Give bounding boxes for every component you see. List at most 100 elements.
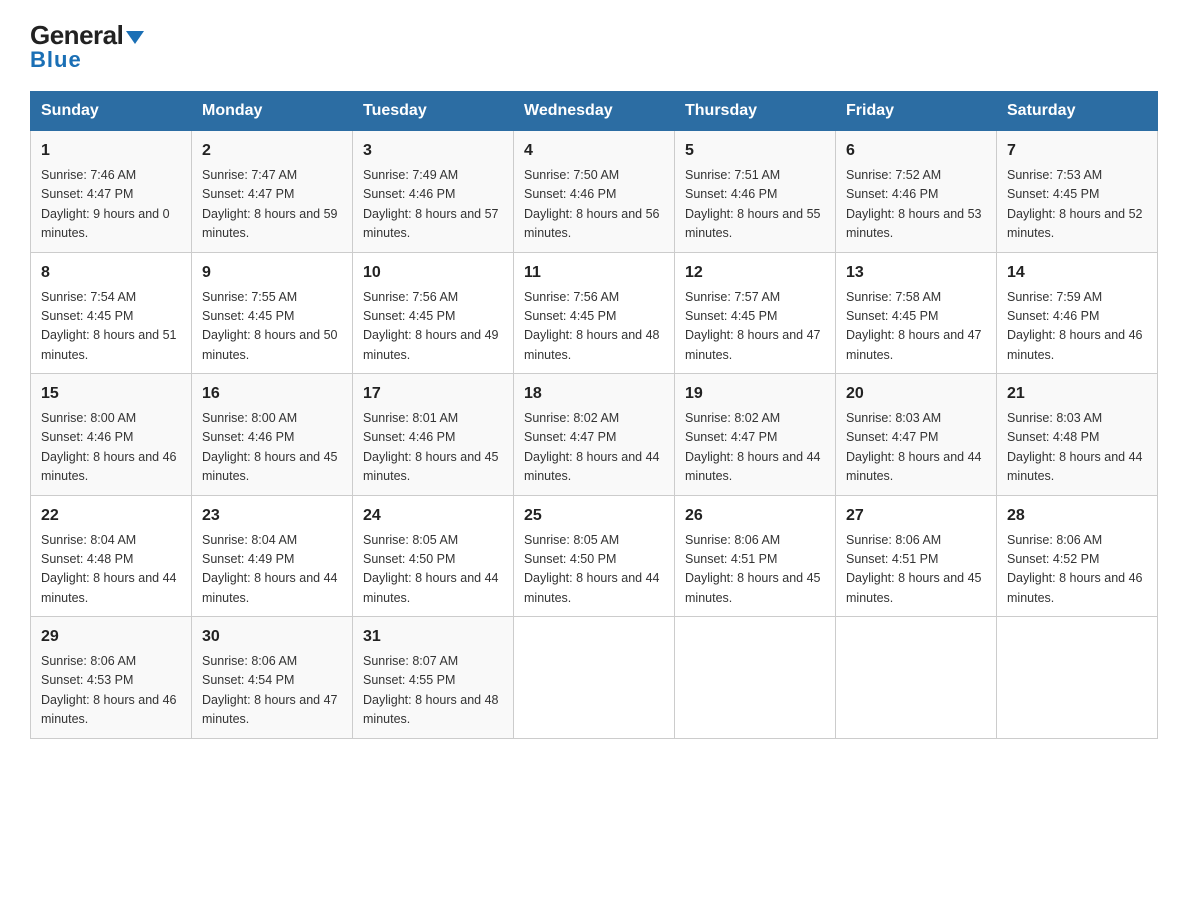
- header-cell-monday: Monday: [192, 92, 353, 131]
- week-row-3: 15 Sunrise: 8:00 AMSunset: 4:46 PMDayligh…: [31, 374, 1158, 496]
- calendar-cell: 20 Sunrise: 8:03 AMSunset: 4:47 PMDayligh…: [836, 374, 997, 496]
- day-info: Sunrise: 7:51 AMSunset: 4:46 PMDaylight:…: [685, 166, 825, 244]
- header-cell-wednesday: Wednesday: [514, 92, 675, 131]
- day-info: Sunrise: 8:06 AMSunset: 4:51 PMDaylight:…: [685, 531, 825, 609]
- day-info: Sunrise: 7:54 AMSunset: 4:45 PMDaylight:…: [41, 288, 181, 366]
- day-info: Sunrise: 8:05 AMSunset: 4:50 PMDaylight:…: [524, 531, 664, 609]
- calendar-cell: [675, 617, 836, 739]
- day-number: 15: [41, 382, 181, 406]
- calendar-cell: 28 Sunrise: 8:06 AMSunset: 4:52 PMDayligh…: [997, 495, 1158, 617]
- day-info: Sunrise: 8:03 AMSunset: 4:47 PMDaylight:…: [846, 409, 986, 487]
- day-info: Sunrise: 8:02 AMSunset: 4:47 PMDaylight:…: [685, 409, 825, 487]
- day-info: Sunrise: 8:06 AMSunset: 4:54 PMDaylight:…: [202, 652, 342, 730]
- week-row-2: 8 Sunrise: 7:54 AMSunset: 4:45 PMDaylight…: [31, 252, 1158, 374]
- day-number: 30: [202, 625, 342, 649]
- header-cell-saturday: Saturday: [997, 92, 1158, 131]
- day-number: 13: [846, 261, 986, 285]
- page-header: General Blue: [30, 20, 1158, 73]
- calendar-cell: 27 Sunrise: 8:06 AMSunset: 4:51 PMDayligh…: [836, 495, 997, 617]
- day-number: 20: [846, 382, 986, 406]
- day-info: Sunrise: 8:06 AMSunset: 4:52 PMDaylight:…: [1007, 531, 1147, 609]
- day-number: 11: [524, 261, 664, 285]
- day-number: 24: [363, 504, 503, 528]
- calendar-cell: 7 Sunrise: 7:53 AMSunset: 4:45 PMDaylight…: [997, 131, 1158, 253]
- calendar-cell: 14 Sunrise: 7:59 AMSunset: 4:46 PMDayligh…: [997, 252, 1158, 374]
- day-info: Sunrise: 7:59 AMSunset: 4:46 PMDaylight:…: [1007, 288, 1147, 366]
- logo: General Blue: [30, 20, 144, 73]
- calendar-cell: 23 Sunrise: 8:04 AMSunset: 4:49 PMDayligh…: [192, 495, 353, 617]
- calendar-cell: [514, 617, 675, 739]
- day-number: 10: [363, 261, 503, 285]
- day-info: Sunrise: 8:04 AMSunset: 4:49 PMDaylight:…: [202, 531, 342, 609]
- day-info: Sunrise: 7:55 AMSunset: 4:45 PMDaylight:…: [202, 288, 342, 366]
- calendar-cell: 8 Sunrise: 7:54 AMSunset: 4:45 PMDaylight…: [31, 252, 192, 374]
- day-info: Sunrise: 7:52 AMSunset: 4:46 PMDaylight:…: [846, 166, 986, 244]
- day-info: Sunrise: 8:00 AMSunset: 4:46 PMDaylight:…: [41, 409, 181, 487]
- day-info: Sunrise: 7:58 AMSunset: 4:45 PMDaylight:…: [846, 288, 986, 366]
- day-number: 31: [363, 625, 503, 649]
- day-number: 2: [202, 139, 342, 163]
- day-number: 26: [685, 504, 825, 528]
- calendar-cell: 10 Sunrise: 7:56 AMSunset: 4:45 PMDayligh…: [353, 252, 514, 374]
- day-number: 8: [41, 261, 181, 285]
- header-cell-sunday: Sunday: [31, 92, 192, 131]
- calendar-cell: [836, 617, 997, 739]
- calendar-cell: 5Sunrise: 7:51 AMSunset: 4:46 PMDaylight…: [675, 131, 836, 253]
- calendar-cell: 22Sunrise: 8:04 AMSunset: 4:48 PMDayligh…: [31, 495, 192, 617]
- day-number: 23: [202, 504, 342, 528]
- day-number: 22: [41, 504, 181, 528]
- day-number: 4: [524, 139, 664, 163]
- calendar-cell: 2 Sunrise: 7:47 AMSunset: 4:47 PMDaylight…: [192, 131, 353, 253]
- calendar-cell: 30 Sunrise: 8:06 AMSunset: 4:54 PMDayligh…: [192, 617, 353, 739]
- day-info: Sunrise: 8:00 AMSunset: 4:46 PMDaylight:…: [202, 409, 342, 487]
- day-info: Sunrise: 8:06 AMSunset: 4:53 PMDaylight:…: [41, 652, 181, 730]
- day-info: Sunrise: 7:50 AMSunset: 4:46 PMDaylight:…: [524, 166, 664, 244]
- calendar-table: SundayMondayTuesdayWednesdayThursdayFrid…: [30, 91, 1158, 739]
- day-info: Sunrise: 7:53 AMSunset: 4:45 PMDaylight:…: [1007, 166, 1147, 244]
- calendar-cell: 18 Sunrise: 8:02 AMSunset: 4:47 PMDayligh…: [514, 374, 675, 496]
- calendar-cell: 13 Sunrise: 7:58 AMSunset: 4:45 PMDayligh…: [836, 252, 997, 374]
- calendar-cell: 6 Sunrise: 7:52 AMSunset: 4:46 PMDaylight…: [836, 131, 997, 253]
- calendar-cell: 17 Sunrise: 8:01 AMSunset: 4:46 PMDayligh…: [353, 374, 514, 496]
- calendar-cell: 29 Sunrise: 8:06 AMSunset: 4:53 PMDayligh…: [31, 617, 192, 739]
- day-info: Sunrise: 8:02 AMSunset: 4:47 PMDaylight:…: [524, 409, 664, 487]
- logo-blue-text: Blue: [30, 47, 82, 73]
- day-number: 17: [363, 382, 503, 406]
- header-row: SundayMondayTuesdayWednesdayThursdayFrid…: [31, 92, 1158, 131]
- day-info: Sunrise: 7:56 AMSunset: 4:45 PMDaylight:…: [524, 288, 664, 366]
- day-info: Sunrise: 8:07 AMSunset: 4:55 PMDaylight:…: [363, 652, 503, 730]
- calendar-cell: 26 Sunrise: 8:06 AMSunset: 4:51 PMDayligh…: [675, 495, 836, 617]
- day-number: 12: [685, 261, 825, 285]
- calendar-cell: 25Sunrise: 8:05 AMSunset: 4:50 PMDayligh…: [514, 495, 675, 617]
- header-cell-friday: Friday: [836, 92, 997, 131]
- day-info: Sunrise: 7:49 AMSunset: 4:46 PMDaylight:…: [363, 166, 503, 244]
- day-number: 1: [41, 139, 181, 163]
- day-number: 3: [363, 139, 503, 163]
- day-number: 18: [524, 382, 664, 406]
- calendar-cell: 12Sunrise: 7:57 AMSunset: 4:45 PMDayligh…: [675, 252, 836, 374]
- calendar-cell: 31 Sunrise: 8:07 AMSunset: 4:55 PMDayligh…: [353, 617, 514, 739]
- calendar-cell: 24Sunrise: 8:05 AMSunset: 4:50 PMDayligh…: [353, 495, 514, 617]
- day-number: 21: [1007, 382, 1147, 406]
- day-info: Sunrise: 8:01 AMSunset: 4:46 PMDaylight:…: [363, 409, 503, 487]
- day-number: 7: [1007, 139, 1147, 163]
- day-info: Sunrise: 8:06 AMSunset: 4:51 PMDaylight:…: [846, 531, 986, 609]
- calendar-cell: 4 Sunrise: 7:50 AMSunset: 4:46 PMDaylight…: [514, 131, 675, 253]
- week-row-1: 1Sunrise: 7:46 AMSunset: 4:47 PMDaylight…: [31, 131, 1158, 253]
- calendar-header: SundayMondayTuesdayWednesdayThursdayFrid…: [31, 92, 1158, 131]
- week-row-5: 29 Sunrise: 8:06 AMSunset: 4:53 PMDayligh…: [31, 617, 1158, 739]
- day-number: 14: [1007, 261, 1147, 285]
- day-number: 28: [1007, 504, 1147, 528]
- day-number: 6: [846, 139, 986, 163]
- day-number: 27: [846, 504, 986, 528]
- day-info: Sunrise: 7:47 AMSunset: 4:47 PMDaylight:…: [202, 166, 342, 244]
- header-cell-thursday: Thursday: [675, 92, 836, 131]
- calendar-cell: [997, 617, 1158, 739]
- calendar-cell: 11 Sunrise: 7:56 AMSunset: 4:45 PMDayligh…: [514, 252, 675, 374]
- week-row-4: 22Sunrise: 8:04 AMSunset: 4:48 PMDayligh…: [31, 495, 1158, 617]
- calendar-cell: 15 Sunrise: 8:00 AMSunset: 4:46 PMDayligh…: [31, 374, 192, 496]
- day-info: Sunrise: 8:03 AMSunset: 4:48 PMDaylight:…: [1007, 409, 1147, 487]
- day-number: 29: [41, 625, 181, 649]
- calendar-cell: 16Sunrise: 8:00 AMSunset: 4:46 PMDayligh…: [192, 374, 353, 496]
- day-info: Sunrise: 7:56 AMSunset: 4:45 PMDaylight:…: [363, 288, 503, 366]
